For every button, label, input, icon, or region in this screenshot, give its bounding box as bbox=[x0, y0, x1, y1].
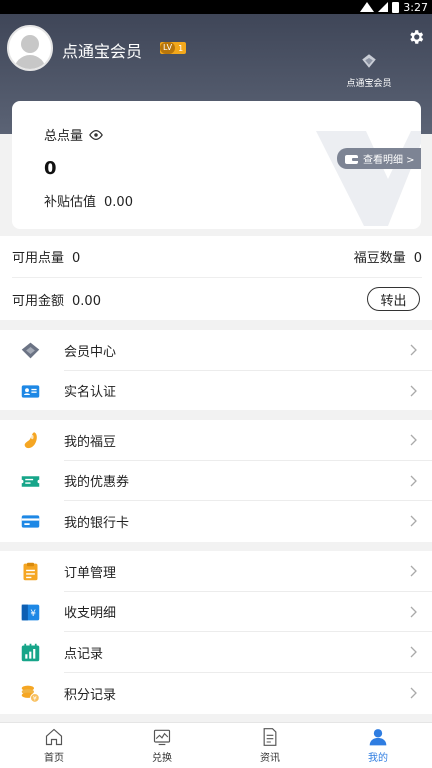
level-badge: LV 1 bbox=[160, 42, 187, 54]
tab-mine[interactable]: 我的 bbox=[324, 723, 432, 768]
chevron-right-icon bbox=[410, 434, 417, 446]
v-watermark-icon bbox=[316, 131, 421, 226]
menu-item-real-name-auth[interactable]: 实名认证 bbox=[0, 371, 432, 412]
chevron-right-icon bbox=[410, 475, 417, 487]
diamond-icon bbox=[21, 342, 40, 359]
wifi-icon bbox=[360, 2, 375, 12]
menu-item-order-management[interactable]: 订单管理 bbox=[0, 551, 432, 592]
status-time: 3:27 bbox=[403, 0, 428, 14]
fudou-count-value: 0 bbox=[413, 251, 422, 266]
chevron-right-icon bbox=[410, 687, 417, 699]
menu-group-records: 订单管理 ¥ 收支明细 点记录 ¥ 积分记录 bbox=[0, 551, 432, 714]
exchange-icon bbox=[153, 729, 171, 746]
wallet-yen-icon: ¥ bbox=[21, 604, 40, 620]
available-points-value: 0 bbox=[72, 251, 81, 266]
total-points-value: 0 bbox=[44, 158, 57, 179]
coins-icon: ¥ bbox=[21, 685, 40, 703]
menu-group-assets: 我的福豆 我的优惠券 我的银行卡 bbox=[0, 420, 432, 542]
total-points-label: 总点量 bbox=[44, 125, 103, 144]
menu-item-my-bank-cards[interactable]: 我的银行卡 bbox=[0, 501, 432, 542]
menu-item-my-fudou[interactable]: 我的福豆 bbox=[0, 420, 432, 461]
chevron-right-icon bbox=[410, 647, 417, 658]
available-points-label: 可用点量 bbox=[12, 251, 65, 266]
svg-text:¥: ¥ bbox=[33, 695, 37, 702]
points-card: 总点量 0 补贴估值 0.00 查看明细 > bbox=[12, 101, 421, 229]
battery-icon bbox=[392, 1, 400, 13]
bean-icon bbox=[24, 432, 37, 449]
chevron-right-icon bbox=[410, 565, 417, 577]
wallet-icon bbox=[345, 154, 359, 164]
menu-item-point-records[interactable]: 点记录 bbox=[0, 632, 432, 673]
view-details-button[interactable]: 查看明细 > bbox=[337, 148, 421, 169]
avatar[interactable] bbox=[7, 25, 53, 71]
bank-card-icon bbox=[21, 515, 40, 528]
diamond-icon bbox=[362, 54, 376, 68]
available-amount-label: 可用金额 bbox=[12, 293, 65, 309]
fudou-count-label: 福豆数量 bbox=[353, 251, 406, 266]
menu-item-my-coupons[interactable]: 我的优惠券 bbox=[0, 461, 432, 502]
eye-icon[interactable] bbox=[89, 129, 103, 140]
menu-item-score-records[interactable]: ¥ 积分记录 bbox=[0, 673, 432, 714]
coupon-icon bbox=[21, 475, 40, 487]
amount-row: 可用金额 0.00 转出 bbox=[12, 278, 422, 320]
menu-item-income-expense[interactable]: ¥ 收支明细 bbox=[0, 592, 432, 633]
chevron-right-icon bbox=[410, 516, 417, 527]
points-row: 可用点量 0 福豆数量 0 bbox=[12, 236, 422, 278]
signal-icon bbox=[378, 2, 389, 12]
home-icon bbox=[45, 728, 63, 746]
tab-exchange[interactable]: 兑换 bbox=[108, 723, 216, 768]
member-link-label: 点通宝会员 bbox=[346, 79, 392, 89]
menu-item-member-center[interactable]: 会员中心 bbox=[0, 330, 432, 371]
member-link[interactable]: 点通宝会员 bbox=[342, 52, 396, 89]
tab-home[interactable]: 首页 bbox=[0, 723, 108, 768]
bottom-navigation: 首页 兑换 资讯 我的 bbox=[0, 722, 432, 768]
news-icon bbox=[263, 728, 277, 746]
clipboard-icon bbox=[23, 562, 38, 581]
chart-record-icon bbox=[21, 643, 40, 662]
subsidy-estimate: 补贴估值 0.00 bbox=[44, 195, 133, 210]
balances-panel: 可用点量 0 福豆数量 0 可用金额 0.00 转出 bbox=[0, 236, 432, 320]
tab-news[interactable]: 资讯 bbox=[216, 723, 324, 768]
id-card-icon bbox=[21, 384, 40, 398]
chevron-right-icon bbox=[410, 344, 417, 356]
chevron-right-icon bbox=[410, 606, 417, 618]
available-amount-value: 0.00 bbox=[72, 293, 101, 309]
username: 点通宝会员 bbox=[62, 42, 143, 61]
profile-icon bbox=[369, 729, 387, 746]
chevron-right-icon bbox=[410, 385, 417, 397]
menu-group-account: 会员中心 实名认证 bbox=[0, 330, 432, 410]
svg-text:¥: ¥ bbox=[30, 609, 36, 619]
status-bar: 3:27 bbox=[0, 0, 432, 14]
gear-icon[interactable] bbox=[407, 28, 425, 46]
transfer-out-button[interactable]: 转出 bbox=[367, 287, 420, 311]
